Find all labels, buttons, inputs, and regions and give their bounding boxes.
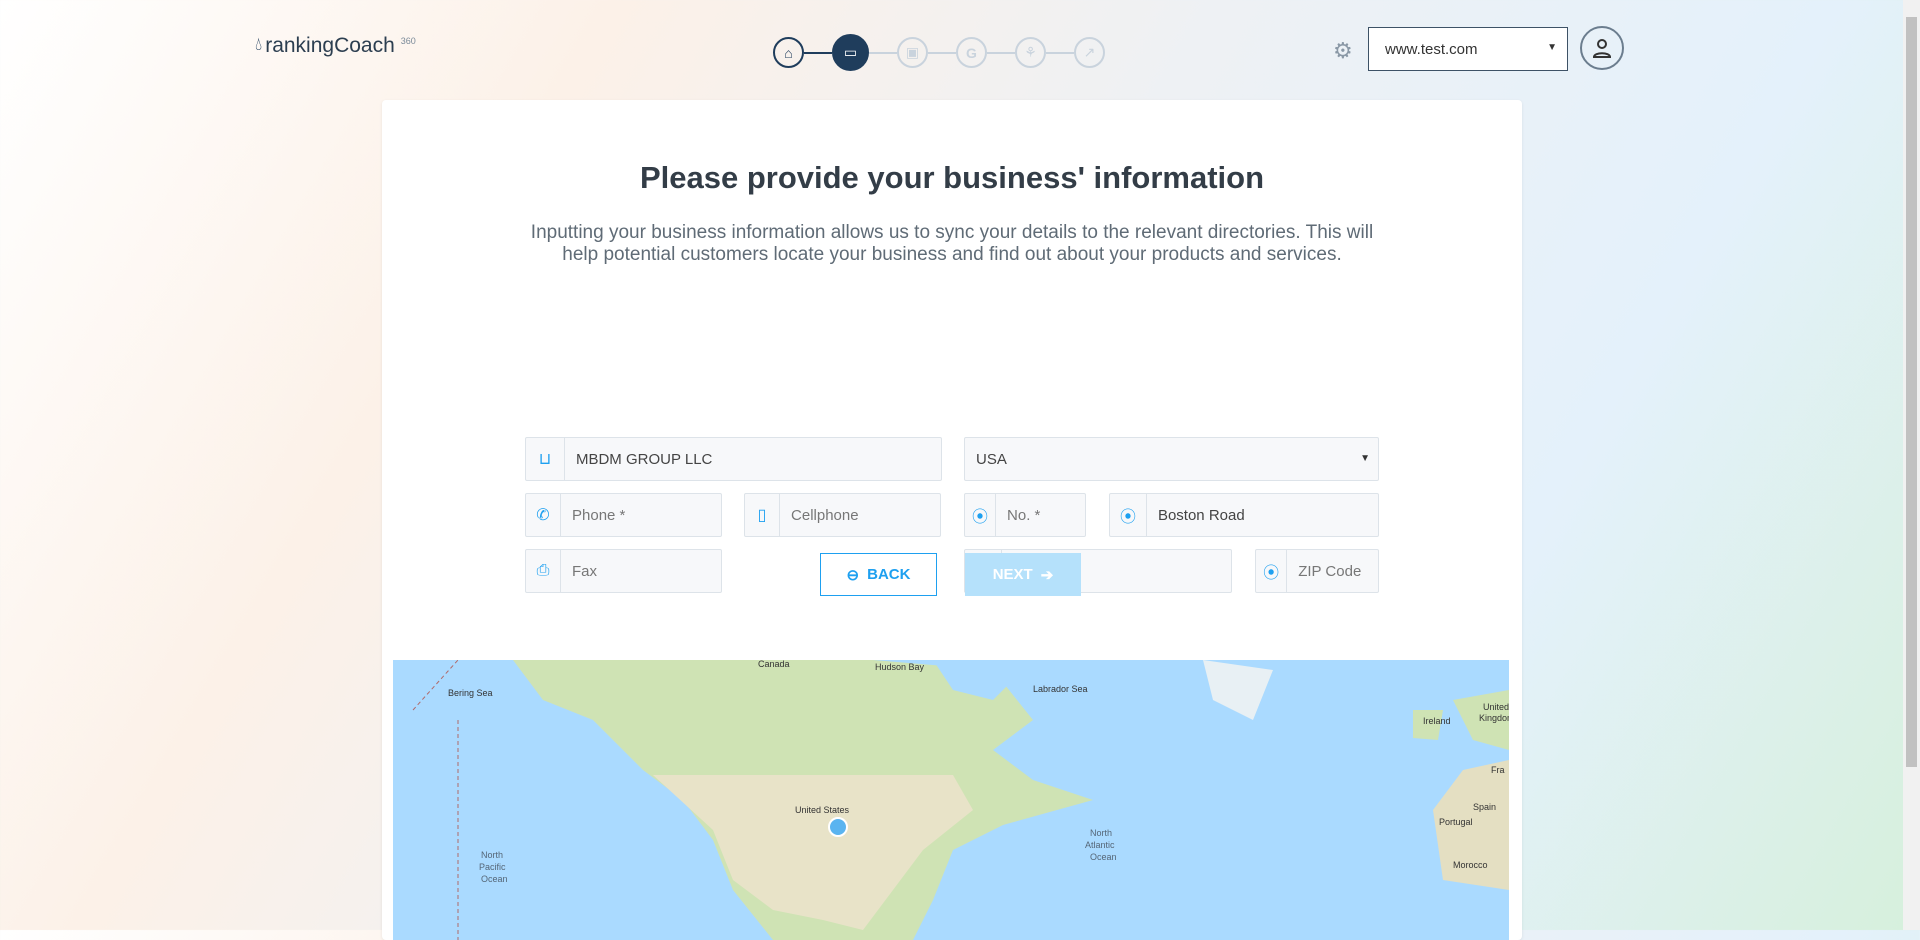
map-label: Hudson Bay [875,662,925,672]
map-label: Morocco [1453,860,1488,870]
fax-field[interactable]: ⎙ [525,549,722,593]
step-calendar-icon: ▣ [897,37,928,68]
location-marker[interactable] [828,817,848,837]
phone-input[interactable] [561,494,721,536]
number-field[interactable]: ⦿ [964,493,1086,537]
map-label: Pacific [479,862,506,872]
cellphone-input[interactable] [780,494,940,536]
step-home-icon[interactable]: ⌂ [773,37,804,68]
map-label: Canada [758,660,790,669]
logo[interactable]: 💧︎ rankingCoach 360 [255,34,416,58]
step-growth-icon: ↗ [1074,37,1105,68]
map-label: Labrador Sea [1033,684,1088,694]
street-field[interactable]: ⦿ [1109,493,1379,537]
progress-steps: ⌂ ▭ ▣ G ⚘ ↗ [773,34,1105,71]
chevron-down-icon: ▼ [1547,42,1557,53]
map-pin-icon: ⦿ [1110,494,1147,536]
street-input[interactable] [1146,494,1378,536]
printer-icon: ⎙ [526,550,562,592]
scrollbar[interactable] [1903,0,1920,930]
map-label: Ocean [1090,852,1117,862]
country-select[interactable]: ▼ [964,437,1379,481]
arrow-right-circle-icon: ➔ [1040,566,1054,584]
map-label: Portugal [1439,817,1473,827]
user-avatar[interactable] [1580,26,1624,70]
map-pin-icon: ⦿ [965,494,997,536]
map-label: Ocean [481,874,508,884]
drop-icon: 💧︎ [255,34,263,54]
zip-field[interactable]: ⦿ [1255,549,1379,593]
zip-input[interactable] [1287,550,1378,592]
map-label: Ireland [1423,716,1451,726]
scrollbar-thumb[interactable] [1906,17,1917,767]
step-google-icon: G [956,37,987,68]
step-review-icon: ⚘ [1015,37,1046,68]
back-button[interactable]: ⊖ BACK [820,553,937,596]
map-label: North [481,850,503,860]
fax-input[interactable] [561,550,721,592]
map-label: Kingdom [1479,713,1509,723]
location-map[interactable]: Canada Hudson Bay Bering Sea Labrador Se… [393,660,1509,940]
chevron-down-icon: ▼ [1360,453,1370,464]
map-label: United [1483,702,1509,712]
map-pin-icon: ⦿ [1256,550,1288,592]
description: Inputting your business information allo… [530,222,1374,265]
page-title: Please provide your business' informatio… [639,160,1265,195]
map-label: Fra [1491,765,1505,775]
cellphone-field[interactable]: ▯ [744,493,941,537]
country-value[interactable] [965,438,1378,480]
gear-icon[interactable]: ⚙ [1333,38,1353,64]
arrow-left-circle-icon: ⊖ [846,566,860,584]
company-field[interactable]: ⊔ [525,437,942,481]
briefcase-icon: ⊔ [526,438,565,480]
step-business-icon[interactable]: ▭ [832,34,869,71]
next-button[interactable]: NEXT ➔ [965,553,1081,596]
phone-icon: ✆ [526,494,562,536]
mobile-icon: ▯ [745,494,781,536]
map-label: North [1090,828,1112,838]
map-label: Atlantic [1085,840,1115,850]
map-label: United States [795,805,850,815]
user-icon [1592,39,1612,58]
company-input[interactable] [564,438,941,480]
map-label: Bering Sea [448,688,493,698]
business-info-card: Please provide your business' informatio… [382,100,1522,940]
map-label: Spain [1473,802,1496,812]
website-select[interactable]: www.test.com ▼ [1368,27,1568,71]
phone-field[interactable]: ✆ [525,493,722,537]
number-input[interactable] [996,494,1085,536]
